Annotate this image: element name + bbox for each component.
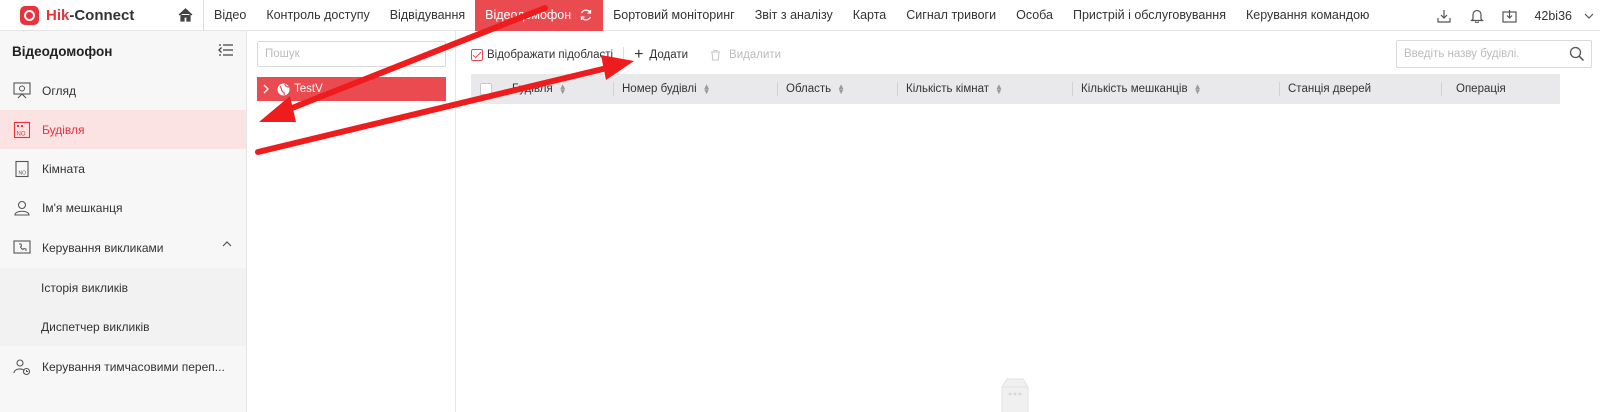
top-right-tools: 42bi36 xyxy=(1427,0,1600,31)
app-logo[interactable]: Hik-Connect xyxy=(0,0,168,31)
area-tree-panel: Пошук TestV xyxy=(247,31,456,412)
refresh-icon[interactable] xyxy=(579,8,593,22)
sort-icon: ▲ ▼ xyxy=(558,82,567,96)
nav-attendance[interactable]: Відвідування xyxy=(380,0,475,31)
sidebar-item-label: Диспетчер викликів xyxy=(41,319,150,334)
column-area[interactable]: Область ▲ ▼ xyxy=(777,74,845,104)
column-building[interactable]: Будівля ▲ ▼ xyxy=(503,74,567,104)
tree-node-site[interactable]: TestV xyxy=(257,77,446,101)
building-table-header: Будівля ▲ ▼ Номер будівлі ▲ ▼ Область ▲ ▼ Кіль… xyxy=(471,74,1560,104)
building-search-input[interactable]: Введіть назву будівлі. xyxy=(1396,40,1592,68)
sidebar-item-label: Огляд xyxy=(42,83,76,98)
delete-building-button[interactable]: Видалити xyxy=(710,49,781,61)
sort-icon: ▲ ▼ xyxy=(995,82,1003,96)
nav-video-intercom-label: Відеодомофон xyxy=(485,7,572,22)
logo-icon xyxy=(20,5,39,25)
delete-button-label: Видалити xyxy=(729,49,782,61)
sidebar-item-label: Керування викликами xyxy=(42,240,164,255)
user-account-menu[interactable]: 42bi36 xyxy=(1526,9,1578,23)
sidebar-item-call-history[interactable]: Історія викликів xyxy=(0,268,246,307)
column-label: Область xyxy=(786,83,832,95)
chevron-down-icon[interactable] xyxy=(1578,0,1600,31)
sidebar-title: Відеодомофон xyxy=(12,43,113,59)
column-building-number[interactable]: Номер будівлі ▲ ▼ xyxy=(613,74,711,104)
nav-video[interactable]: Відео xyxy=(204,0,256,31)
toolbar-divider xyxy=(623,47,625,63)
sidebar-item-building[interactable]: NO Будівля xyxy=(0,110,246,149)
home-icon[interactable] xyxy=(168,0,204,31)
column-divider xyxy=(1441,82,1442,96)
download-icon[interactable] xyxy=(1427,0,1460,31)
show-subareas-checkbox[interactable] xyxy=(471,49,483,61)
column-label: Кількість мешканців xyxy=(1081,83,1188,95)
logo-text: Hik-Connect xyxy=(46,6,135,24)
globe-icon xyxy=(277,83,290,95)
nav-onboard-monitoring[interactable]: Бортовий моніторинг xyxy=(603,0,745,31)
sort-icon: ▲ ▼ xyxy=(1193,82,1202,96)
sort-icon: ▲ ▼ xyxy=(837,82,846,96)
sidebar-item-label: Будівля xyxy=(42,122,85,137)
sidebar-item-room[interactable]: NO Кімната xyxy=(0,149,246,188)
sidebar-item-resident-name[interactable]: Ім'я мешканця xyxy=(0,188,246,227)
resident-icon xyxy=(12,198,32,218)
sidebar-header: Відеодомофон xyxy=(0,31,246,71)
column-room-count[interactable]: Кількість кімнат ▲ ▼ xyxy=(897,74,1003,104)
sidebar-item-overview[interactable]: Огляд xyxy=(0,71,246,110)
column-door-station: Станція дверей xyxy=(1279,74,1371,104)
svg-text:NO: NO xyxy=(19,170,27,176)
building-toolbar: Відображати підобласті + Додати Видалити xyxy=(471,45,803,65)
trash-icon xyxy=(711,49,721,61)
task-center-icon[interactable] xyxy=(1493,0,1526,31)
column-resident-count[interactable]: Кількість мешканців ▲ ▼ xyxy=(1072,74,1201,104)
sidebar-item-call-dispatcher[interactable]: Диспетчер викликів xyxy=(0,307,246,346)
nav-person[interactable]: Особа xyxy=(1006,0,1063,31)
call-management-icon xyxy=(12,238,32,258)
column-label: Будівля xyxy=(512,83,553,95)
add-button-label: Додати xyxy=(649,49,689,61)
temporary-pass-icon xyxy=(12,357,32,377)
nav-alarm[interactable]: Сигнал тривоги xyxy=(896,0,1006,31)
sidebar-item-label: Кімната xyxy=(42,161,85,176)
sidebar-item-label: Ім'я мешканця xyxy=(42,200,123,215)
svg-text:NO: NO xyxy=(17,131,26,137)
nav-access-control[interactable]: Контроль доступу xyxy=(256,0,379,31)
main-menu: Відео Контроль доступу Відвідування Віде… xyxy=(204,0,1379,31)
column-label: Операція xyxy=(1456,83,1506,95)
room-icon: NO xyxy=(12,159,32,179)
empty-state-icon xyxy=(996,377,1034,412)
building-search-placeholder: Введіть назву будівлі. xyxy=(1404,48,1520,60)
nav-device-maintenance[interactable]: Пристрій і обслуговування xyxy=(1063,0,1236,31)
column-operation: Операція xyxy=(1447,74,1506,104)
top-navigation-bar: Hik-Connect Відео Контроль доступу Відві… xyxy=(0,0,1600,31)
sidebar-item-label: Історія викликів xyxy=(41,280,128,295)
plus-icon: + xyxy=(634,46,644,63)
add-building-button[interactable]: + Додати xyxy=(634,47,688,63)
sort-icon: ▲ ▼ xyxy=(702,82,711,96)
show-subareas-label: Відображати підобласті xyxy=(487,49,614,61)
collapse-sidebar-icon[interactable] xyxy=(218,43,234,59)
sidebar-item-temporary-pass[interactable]: Керування тимчасовими переп... xyxy=(0,346,246,388)
search-icon[interactable] xyxy=(1569,46,1585,62)
chevron-up-icon[interactable] xyxy=(222,241,232,247)
building-icon: NO xyxy=(12,120,32,140)
overview-icon xyxy=(12,81,32,101)
left-sidebar: Відеодомофон Огляд NO Будівля NO Кімната… xyxy=(0,31,247,412)
area-search-input[interactable]: Пошук xyxy=(257,41,446,67)
nav-map[interactable]: Карта xyxy=(843,0,896,31)
chevron-right-icon[interactable] xyxy=(263,84,269,94)
column-label: Станція дверей xyxy=(1288,83,1372,95)
sidebar-item-call-management[interactable]: Керування викликами xyxy=(0,227,246,268)
select-all-checkbox[interactable] xyxy=(480,83,492,95)
sidebar-item-label: Керування тимчасовими переп... xyxy=(42,360,225,374)
notification-bell-icon[interactable] xyxy=(1460,0,1493,31)
nav-team-management[interactable]: Керування командою xyxy=(1236,0,1379,31)
nav-analysis-report[interactable]: Звіт з аналізу xyxy=(745,0,843,31)
column-label: Номер будівлі xyxy=(622,83,697,95)
tree-node-label: TestV xyxy=(294,83,323,95)
column-label: Кількість кімнат xyxy=(906,83,989,95)
nav-video-intercom[interactable]: Відеодомофон xyxy=(475,0,604,31)
building-content: Відображати підобласті + Додати Видалити… xyxy=(457,31,1600,412)
